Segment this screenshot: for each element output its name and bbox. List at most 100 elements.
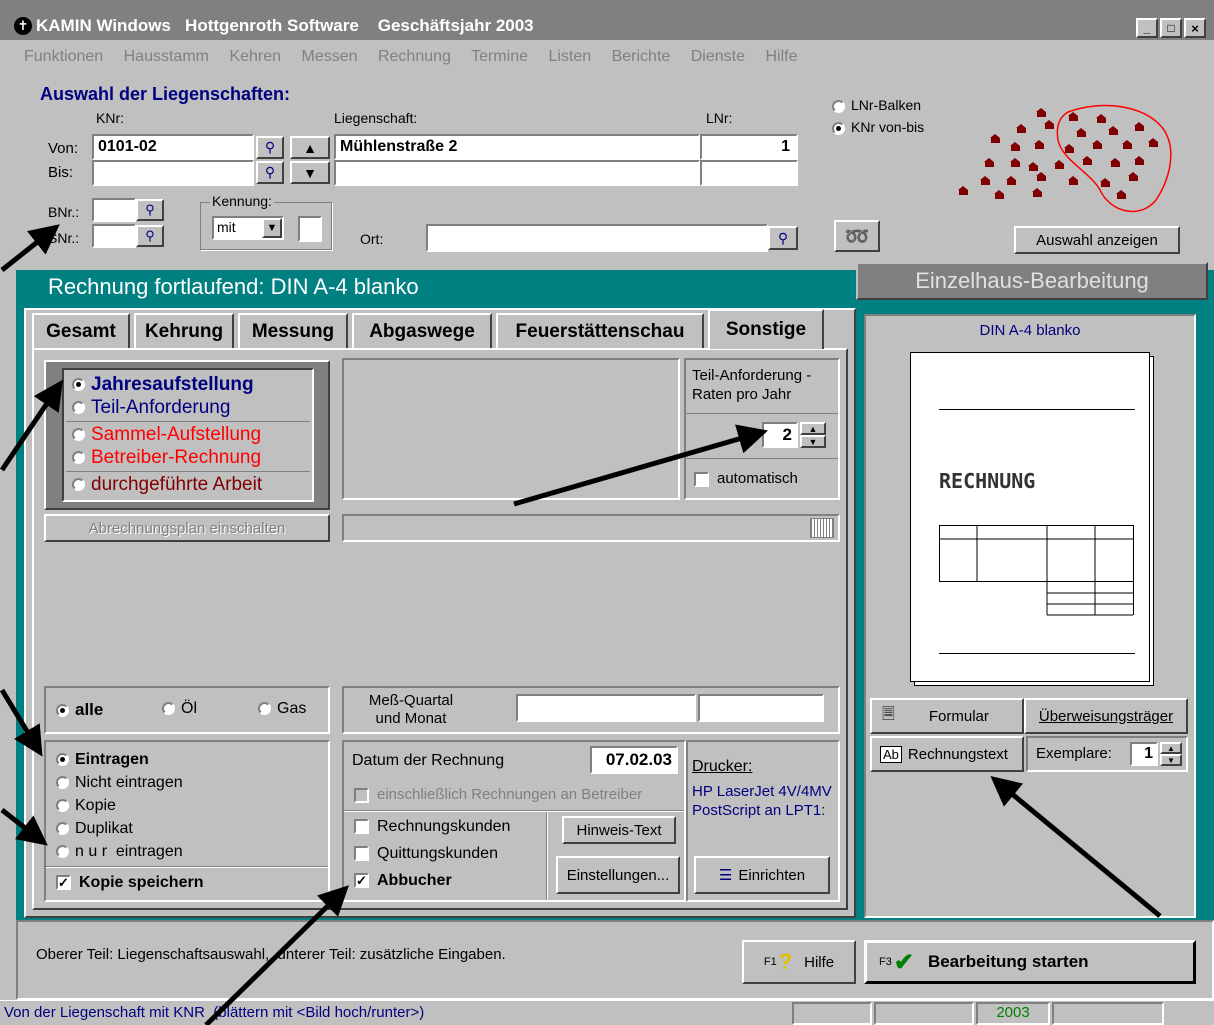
exemplare-spinner[interactable]: 1 (1130, 742, 1158, 766)
plan-bar-icon (810, 518, 834, 538)
menu-listen[interactable]: Listen (548, 48, 591, 65)
menu-berichte[interactable]: Berichte (612, 48, 671, 65)
divider (686, 413, 838, 414)
fuel-oel-radio[interactable]: Öl (162, 700, 197, 718)
entry-eintragen[interactable]: Eintragen (56, 751, 149, 769)
einstellungen-button[interactable]: Einstellungen... (556, 856, 680, 894)
tab-kehrung[interactable]: Kehrung (134, 313, 234, 349)
ort-label: Ort: (360, 231, 384, 247)
status-year: 2003 (976, 1002, 1050, 1025)
col-knr-label: KNr: (96, 110, 124, 126)
entry-duplikat[interactable]: Duplikat (56, 820, 133, 838)
tab-messung[interactable]: Messung (238, 313, 348, 349)
incl-betreiber-checkbox[interactable]: einschließlich Rechnungen an Betreiber (354, 786, 642, 803)
status-cell (792, 1002, 872, 1025)
menu-termine[interactable]: Termine (471, 48, 528, 65)
arrow-down-icon: ▼ (808, 436, 818, 447)
tab-gesamt[interactable]: Gesamt (32, 313, 130, 349)
kennung-dropdown-button[interactable]: ▼ (262, 218, 282, 238)
exemplare-up-button[interactable]: ▲ (1160, 742, 1182, 754)
option-teil-anforderung[interactable]: Teil-Anforderung (72, 397, 230, 419)
bearbeitung-starten-button[interactable]: F3 ✔ Bearbeitung starten (864, 940, 1196, 984)
von-lnr-field: 1 (700, 134, 798, 160)
kennung-box[interactable] (298, 216, 322, 242)
bis-search-button[interactable]: ⚲ (256, 161, 284, 184)
menu-dienste[interactable]: Dienste (691, 48, 745, 65)
close-button[interactable]: × (1184, 18, 1206, 38)
fuel-gas-radio[interactable]: Gas (258, 700, 306, 718)
exemplare-label: Exemplare: (1036, 745, 1112, 762)
arrow-up-icon: ▲ (808, 423, 818, 434)
minimize-button[interactable]: _ (1136, 18, 1158, 38)
preview-page: RECHNUNG (910, 352, 1150, 682)
menu-hausstamm[interactable]: Hausstamm (124, 48, 209, 65)
auswahl-anzeigen-button[interactable]: Auswahl anzeigen (1014, 226, 1180, 254)
datum-input[interactable]: 07.02.03 (590, 746, 678, 774)
status-text: Von der Liegenschaft mit KNR (blättern m… (4, 1004, 425, 1021)
help-button[interactable]: F1? Hilfe (742, 940, 856, 984)
snr-search-button[interactable]: ⚲ (136, 225, 164, 247)
option-betreiber-rechnung[interactable]: Betreiber-Rechnung (72, 447, 261, 469)
mess-label: Meß-Quartal und Monat (368, 692, 454, 727)
drucker-label: Drucker: (692, 758, 753, 775)
radio-lnr-balken[interactable]: LNr-Balken (832, 97, 921, 113)
kennung-label: Kennung: (210, 193, 274, 209)
divider (344, 810, 684, 812)
magnifier-icon: ⚲ (777, 229, 789, 246)
raten-up-button[interactable]: ▲ (800, 422, 826, 435)
raten-spinner[interactable]: 2 (762, 422, 798, 448)
menu-bar: Funktionen Hausstamm Kehren Messen Rechn… (24, 48, 813, 70)
option-jahresaufstellung[interactable]: Jahresaufstellung (72, 374, 254, 396)
mess-monat-input[interactable] (698, 694, 824, 722)
chevron-down-icon: ▼ (266, 222, 278, 234)
von-search-button[interactable]: ⚲ (256, 136, 284, 159)
exemplare-down-button[interactable]: ▼ (1160, 754, 1182, 766)
tab-abgaswege[interactable]: Abgaswege (352, 313, 492, 349)
tab-feuerstaettenschau[interactable]: Feuerstättenschau (496, 313, 704, 349)
snr-input[interactable] (92, 224, 136, 248)
mess-quartal-input[interactable] (516, 694, 696, 722)
maximize-button[interactable]: □ (1160, 18, 1182, 38)
plan-bar (342, 514, 840, 542)
einrichten-button[interactable]: ☰ Einrichten (694, 856, 830, 894)
annotation-arrow (0, 224, 60, 272)
quittungskunden-checkbox[interactable]: Quittungskunden (354, 845, 498, 863)
rechnungstext-button[interactable]: Ab Rechnungstext (870, 736, 1024, 772)
menu-kehren[interactable]: Kehren (229, 48, 281, 65)
option-sammel-aufstellung[interactable]: Sammel-Aufstellung (72, 424, 261, 446)
radio-knr-vonbis[interactable]: KNr von-bis (832, 119, 924, 135)
ueberweisungstraeger-button[interactable]: Überweisungsträger (1024, 698, 1188, 734)
abbucher-checkbox[interactable]: Abbucher (354, 872, 452, 890)
bis-knr-input[interactable] (92, 160, 254, 186)
form-icon: 🗏 (882, 705, 895, 723)
menu-hilfe[interactable]: Hilfe (765, 48, 797, 65)
magnifier-icon: ⚲ (264, 139, 276, 155)
magnifier-icon: ⚲ (145, 228, 155, 243)
tab-sonstige[interactable]: Sonstige (708, 309, 824, 349)
formular-button[interactable]: 🗏 Formular (870, 698, 1024, 734)
raten-down-button[interactable]: ▼ (800, 435, 826, 448)
entry-nicht-eintragen[interactable]: Nicht eintragen (56, 774, 183, 792)
ort-search-button[interactable]: ⚲ (768, 226, 798, 250)
bnr-search-button[interactable]: ⚲ (136, 199, 164, 221)
einzelhaus-tab[interactable]: Einzelhaus-Bearbeitung (856, 262, 1208, 300)
scroll-down-button[interactable]: ▼ (290, 161, 330, 184)
menu-rechnung[interactable]: Rechnung (378, 48, 451, 65)
scroll-up-button[interactable]: ▲ (290, 136, 330, 159)
entry-nur-eintragen[interactable]: n u r eintragen (56, 843, 183, 861)
abrechnungsplan-button[interactable]: Abrechnungsplan einschalten (44, 514, 330, 542)
entry-kopie[interactable]: Kopie (56, 797, 116, 815)
fuel-alle-radio[interactable]: alle (56, 700, 103, 720)
ort-input[interactable] (426, 224, 768, 252)
von-knr-input[interactable]: 0101-02 (92, 134, 254, 160)
menu-funktionen[interactable]: Funktionen (24, 48, 103, 65)
hinweis-text-button[interactable]: Hinweis-Text (562, 816, 676, 844)
map-button[interactable]: ➿ (834, 220, 880, 252)
bnr-input[interactable] (92, 198, 136, 222)
option-durchgefuehrte-arbeit[interactable]: durchgeführte Arbeit (72, 474, 262, 496)
bis-label: Bis: (48, 164, 74, 181)
menu-messen[interactable]: Messen (301, 48, 357, 65)
kopie-speichern-checkbox[interactable]: Kopie speichern (56, 874, 203, 892)
automatisch-checkbox[interactable]: automatisch (694, 470, 798, 487)
rechnungskunden-checkbox[interactable]: Rechnungskunden (354, 818, 510, 836)
